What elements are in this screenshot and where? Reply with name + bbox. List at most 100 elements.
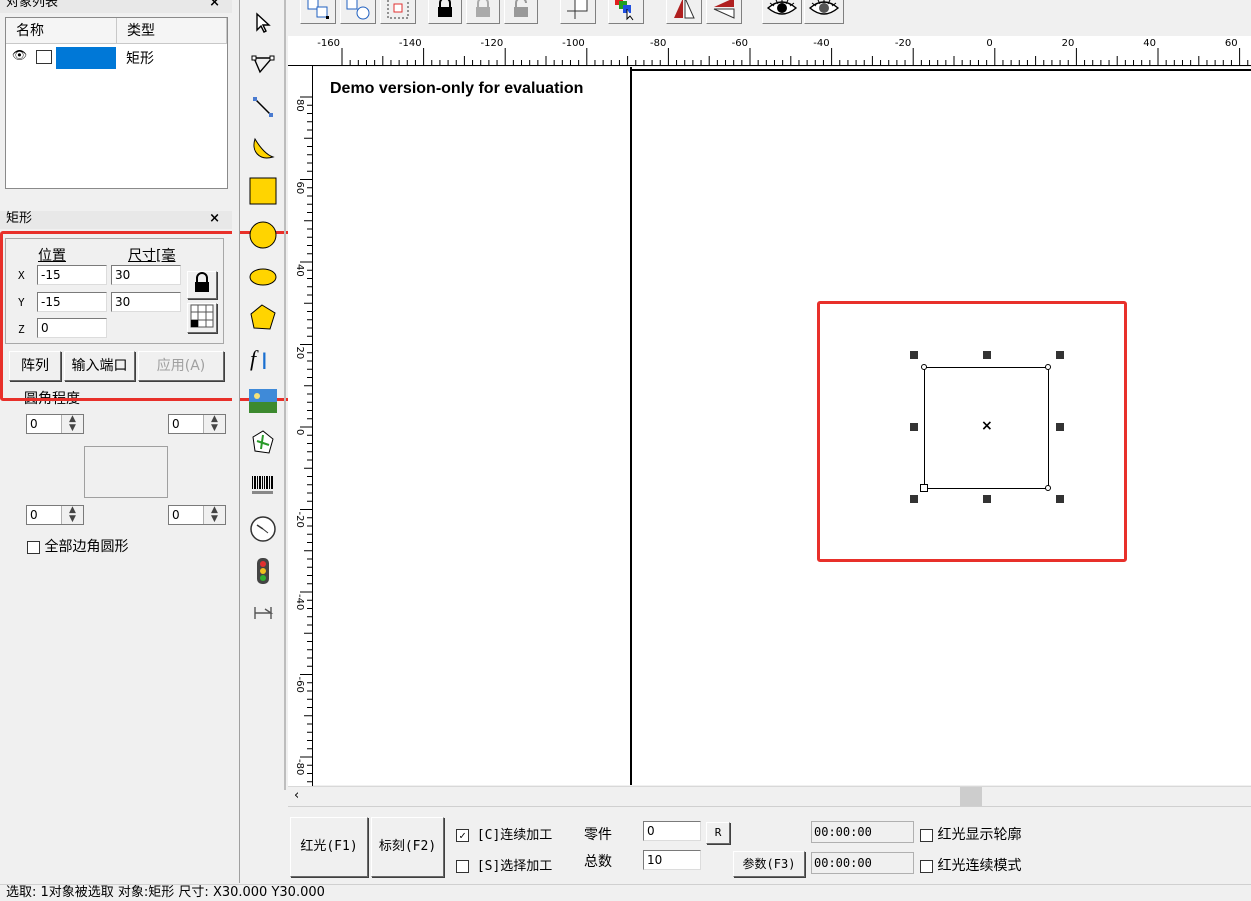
align-button[interactable] <box>560 0 596 24</box>
select-process-checkbox[interactable]: [S]选择加工 <box>456 855 552 874</box>
mirror-horizontal-button[interactable] <box>666 0 702 24</box>
round-bottom-right-spin[interactable]: 0 ▲ ▼ <box>168 505 226 525</box>
hide-button[interactable] <box>804 0 844 24</box>
workspace-border-left <box>630 67 632 785</box>
scroll-left-icon[interactable]: ‹ <box>294 788 299 803</box>
status-text: 选取: 1对象被选取 对象:矩形 尺寸: X30.000 Y30.000 <box>6 885 325 900</box>
bitmap-tool[interactable] <box>246 384 280 418</box>
col-header-type[interactable]: 类型 <box>117 18 227 44</box>
all-round-checkbox[interactable]: 全部边角圆形 <box>27 536 128 556</box>
round-top-left-spin[interactable]: 0 ▲ ▼ <box>26 414 84 434</box>
unlock-all-button[interactable] <box>504 0 538 24</box>
parts-count-input[interactable]: 0 <box>643 821 701 841</box>
timer-tool[interactable] <box>246 512 280 546</box>
ruler-tick-label: 60 <box>1225 38 1238 49</box>
io-signal-tool[interactable] <box>246 554 280 588</box>
params-button[interactable]: 参数(F3) <box>733 851 805 877</box>
drawing-canvas[interactable]: Demo version-only for evaluation × <box>313 67 1251 785</box>
circle-tool[interactable] <box>246 218 280 252</box>
horizontal-ruler: -160 -140 -120 -100 -80 -60 -40 -20 0 20 40 60 <box>288 36 1251 66</box>
object-list-close-button[interactable]: × <box>209 0 220 11</box>
all-round-checkbox-box[interactable] <box>27 540 40 554</box>
object-list-box[interactable]: 名称 类型 👁 矩形 <box>5 17 228 189</box>
total-label: 总数 <box>584 854 612 870</box>
polygon-tool[interactable] <box>246 300 280 334</box>
curve-tool[interactable] <box>246 132 280 166</box>
continuous-process-checkbox[interactable]: ✓ [C]连续加工 <box>456 824 552 843</box>
spin-arrows-icon[interactable]: ▲ ▼ <box>203 415 225 433</box>
continuous-process-checkbox-box[interactable]: ✓ <box>456 829 469 842</box>
round-bottom-left-spin[interactable]: 0 ▲ ▼ <box>26 505 84 525</box>
select-tool[interactable] <box>246 6 280 40</box>
combine-button[interactable] <box>380 0 416 24</box>
property-close-button[interactable]: × <box>209 211 220 227</box>
barcode-tool[interactable] <box>246 468 280 502</box>
show-all-button[interactable] <box>762 0 802 24</box>
vector-file-tool[interactable] <box>246 426 280 460</box>
parts-label: 零件 <box>584 827 612 843</box>
ruler-tick-label: 60 <box>294 182 305 195</box>
property-title-text: 矩形 <box>6 211 33 226</box>
ellipse-tool[interactable] <box>246 260 280 294</box>
mark-button[interactable]: 标刻(F2) <box>371 817 444 877</box>
unlock-object-button[interactable] <box>466 0 500 24</box>
clock-icon <box>250 516 276 542</box>
color-layer-icon <box>615 0 634 21</box>
show-contour-checkbox-box[interactable] <box>920 828 933 842</box>
panel-splitter[interactable] <box>232 0 240 883</box>
ruler-tick-label: 0 <box>294 429 305 435</box>
ruler-tick-label: -140 <box>399 38 422 49</box>
curve-icon <box>253 137 275 159</box>
col-header-name[interactable]: 名称 <box>6 18 117 44</box>
mirror-vertical-icon <box>713 0 735 19</box>
lock-icon <box>438 0 452 17</box>
rectangle-tool[interactable] <box>246 174 280 208</box>
ruler-tick-label: 20 <box>294 347 305 360</box>
ruler-tick-label: 40 <box>1143 38 1156 49</box>
ruler-tick-label: -40 <box>294 594 305 610</box>
spin-arrows-icon[interactable]: ▲ ▼ <box>61 415 83 433</box>
horizontal-scrollbar[interactable]: ‹ <box>288 786 1251 806</box>
unlock-all-icon <box>514 0 528 17</box>
reset-parts-button[interactable]: R <box>706 822 730 844</box>
ungroup-button[interactable] <box>340 0 376 24</box>
extend-axis-tool[interactable] <box>246 596 280 630</box>
round-top-right-spin[interactable]: 0 ▲ ▼ <box>168 414 226 434</box>
ruler-tick-label: -100 <box>562 38 585 49</box>
rectangle-shape-icon <box>249 177 277 205</box>
image-icon <box>249 389 277 413</box>
object-row[interactable]: 👁 矩形 <box>6 46 227 69</box>
red-light-button[interactable]: 红光(F1) <box>290 817 368 877</box>
annotation-box-canvas <box>817 301 1127 562</box>
rectangle-icon <box>36 50 52 64</box>
select-process-checkbox-box[interactable] <box>456 860 469 873</box>
ungroup-icon <box>346 0 370 20</box>
ruler-tick-label: -60 <box>294 677 305 693</box>
lock-object-button[interactable] <box>428 0 462 24</box>
mirror-vertical-button[interactable] <box>706 0 742 24</box>
node-edit-tool[interactable] <box>246 48 280 82</box>
node-edit-icon <box>251 55 275 74</box>
eye-icon <box>766 0 798 15</box>
show-contour-checkbox[interactable]: 红光显示轮廓 <box>920 824 1021 844</box>
spin-arrows-icon[interactable]: ▲ ▼ <box>61 506 83 524</box>
round-bottom-left-value: 0 <box>30 508 38 522</box>
total-count-input[interactable]: 10 <box>643 850 701 870</box>
group-button[interactable] <box>300 0 336 24</box>
object-type-cell: 矩形 <box>126 51 154 67</box>
scrollbar-thumb[interactable] <box>960 787 982 806</box>
mirror-horizontal-icon <box>674 0 695 19</box>
eye-icon <box>808 0 840 15</box>
color-layer-button[interactable] <box>608 0 644 24</box>
eye-icon[interactable]: 👁 <box>12 48 27 62</box>
elapsed-time-display: 00:00:00 <box>811 821 914 843</box>
continuous-red-light-checkbox-box[interactable] <box>920 859 933 873</box>
text-icon: fI <box>250 346 268 374</box>
ellipse-icon <box>249 268 277 286</box>
polygon-icon <box>250 304 276 330</box>
continuous-red-light-checkbox[interactable]: 红光连续模式 <box>920 855 1021 875</box>
text-tool[interactable]: fI <box>246 342 280 376</box>
spin-arrows-icon[interactable]: ▲ ▼ <box>203 506 225 524</box>
status-bar: 选取: 1对象被选取 对象:矩形 尺寸: X30.000 Y30.000 <box>0 884 1251 901</box>
line-tool[interactable] <box>246 90 280 124</box>
